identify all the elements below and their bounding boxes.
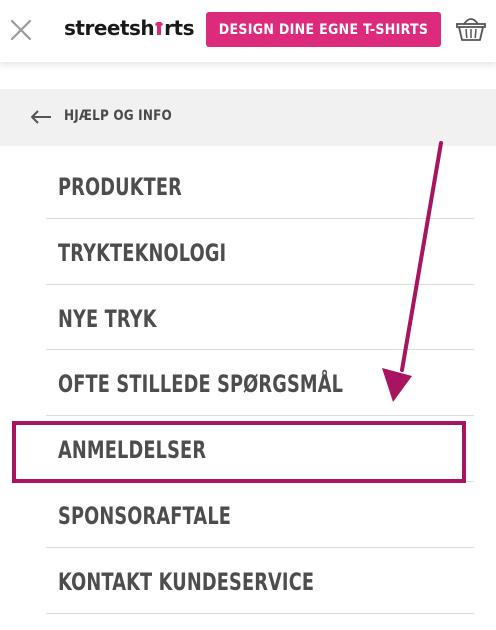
- streetshirts-logo[interactable]: streetsh rts: [64, 16, 194, 40]
- close-icon[interactable]: [8, 17, 34, 43]
- menu-item-faq[interactable]: OFTE STILLEDE SPØRGSMÅL: [46, 350, 474, 417]
- menu-item-trykteknologi[interactable]: TRYKTEKNOLOGI: [46, 219, 474, 285]
- logo-text-end: rts: [164, 16, 194, 40]
- design-t-shirts-button[interactable]: DESIGN DINE EGNE T-SHIRTS: [206, 12, 441, 47]
- menu-item-nye-tryk[interactable]: NYE TRYK: [46, 285, 474, 351]
- back-to-help-info[interactable]: HJÆLP OG INFO: [0, 89, 496, 146]
- menu-item-label: PRODUKTER: [58, 173, 182, 201]
- back-label: HJÆLP OG INFO: [64, 108, 172, 124]
- logo-text-start: streetsh: [64, 16, 155, 40]
- menu-item-sponsoraftale[interactable]: SPONSORAFTALE: [46, 482, 474, 548]
- logo-i-shirt-icon: [155, 22, 164, 35]
- menu-item-label: ANMELDELSER: [58, 436, 207, 465]
- menu-item-produkter[interactable]: PRODUKTER: [46, 153, 474, 219]
- basket-icon[interactable]: [455, 13, 487, 43]
- menu-item-label: OFTE STILLEDE SPØRGSMÅL: [58, 370, 344, 399]
- help-menu: PRODUKTER TRYKTEKNOLOGI NYE TRYK OFTE ST…: [46, 153, 474, 614]
- menu-item-label: TRYKTEKNOLOGI: [58, 238, 227, 267]
- menu-item-label: KONTAKT KUNDESERVICE: [58, 567, 315, 596]
- menu-item-label: NYE TRYK: [58, 304, 157, 333]
- menu-item-kontakt-kundeservice[interactable]: KONTAKT KUNDESERVICE: [46, 548, 474, 614]
- menu-item-anmeldelser[interactable]: ANMELDELSER: [46, 416, 474, 482]
- arrow-left-icon: [31, 110, 51, 124]
- top-header: streetsh rts DESIGN DINE EGNE T-SHIRTS: [0, 0, 496, 62]
- menu-item-label: SPONSORAFTALE: [58, 501, 232, 530]
